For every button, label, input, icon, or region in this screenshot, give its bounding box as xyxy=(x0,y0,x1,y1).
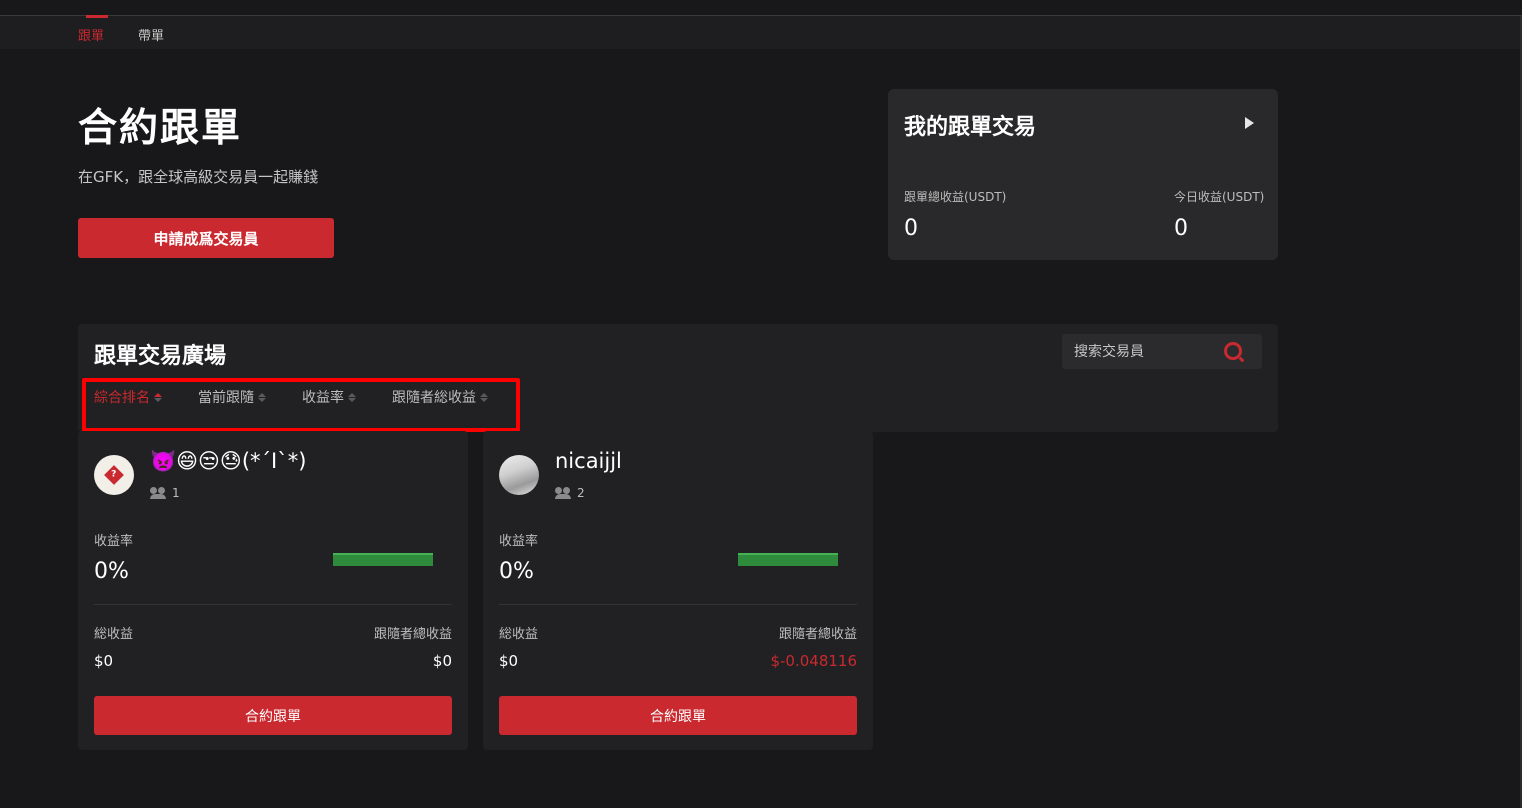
sort-follower-profit[interactable]: 跟隨者総收益 xyxy=(392,387,488,407)
card-divider xyxy=(499,604,857,605)
follower-profit-label: 跟隨者總收益 xyxy=(373,627,452,642)
trader-name: nicaijjl xyxy=(555,449,622,473)
card-divider xyxy=(94,604,452,605)
total-profit-value: $0 xyxy=(499,652,519,670)
trader-card[interactable]: ? 👿😄😒😓(*´I`*) 1 收益率 0% 総收益 跟隨者總收益 $0 $0 … xyxy=(78,431,468,750)
avatar: ? xyxy=(94,455,134,495)
avatar xyxy=(499,455,539,495)
users-icon xyxy=(555,487,571,499)
sort-arrows-icon xyxy=(480,392,488,402)
my-trades-card[interactable]: 我的跟單交易 跟單總收益(USDT) 0 今日收益(USDT) 0 xyxy=(888,89,1278,260)
yield-label: 收益率 xyxy=(499,534,539,549)
follower-profit-value: $0 xyxy=(432,652,452,670)
sort-label: 綜合排名 xyxy=(94,390,150,406)
follower-count-value: 1 xyxy=(172,486,180,500)
page-subtitle: 在GFK，跟全球高級交易員一起賺錢 xyxy=(78,168,319,186)
search-icon[interactable] xyxy=(1224,342,1242,360)
my-trades-title: 我的跟單交易 xyxy=(904,115,1037,140)
copy-trade-button[interactable]: 合約跟單 xyxy=(499,696,857,735)
sort-yield[interactable]: 收益率 xyxy=(302,387,356,407)
total-profit-label: 総收益 xyxy=(94,627,134,642)
tab-copy-trading[interactable]: 跟單 xyxy=(78,25,104,44)
follower-count: 1 xyxy=(150,486,180,500)
sort-arrows-icon xyxy=(154,392,162,402)
sort-overall-rank[interactable]: 綜合排名 xyxy=(94,387,162,407)
yield-label: 收益率 xyxy=(94,534,134,549)
follower-profit-label: 跟隨者總收益 xyxy=(778,627,857,642)
tab-lead-trading[interactable]: 帶單 xyxy=(138,25,164,44)
total-profit-label: 総收益 xyxy=(499,627,539,642)
follower-count: 2 xyxy=(555,486,585,500)
yield-value: 0% xyxy=(94,559,129,584)
total-profit-label: 跟單總收益(USDT) xyxy=(904,190,1007,204)
tab-bar: 跟單 帶單 xyxy=(0,15,1522,49)
today-profit-label: 今日收益(USDT) xyxy=(1174,190,1265,204)
follower-profit-value: $-0.048116 xyxy=(770,652,857,670)
page-title: 合約跟單 xyxy=(78,106,243,151)
total-profit-value: $0 xyxy=(94,652,114,670)
trader-name: 👿😄😒😓(*´I`*) xyxy=(150,449,307,473)
search-input[interactable] xyxy=(1062,334,1222,369)
sort-arrows-icon xyxy=(258,392,266,402)
play-icon[interactable] xyxy=(1245,117,1254,129)
sort-arrows-icon xyxy=(348,392,356,402)
search-box xyxy=(1062,334,1262,369)
yield-chart xyxy=(738,553,838,566)
copy-trade-button[interactable]: 合約跟單 xyxy=(94,696,452,735)
trading-square-title: 跟單交易廣場 xyxy=(94,344,227,369)
active-tab-indicator xyxy=(86,15,108,18)
trader-card[interactable]: nicaijjl 2 收益率 0% 総收益 跟隨者總收益 $0 $-0.0481… xyxy=(483,431,873,750)
sort-label: 跟隨者総收益 xyxy=(392,390,476,406)
yield-chart xyxy=(333,553,433,566)
sort-label: 當前跟隨 xyxy=(198,390,254,406)
apply-trader-button[interactable]: 申請成爲交易員 xyxy=(78,218,334,258)
sort-current-followers[interactable]: 當前跟隨 xyxy=(198,387,266,407)
users-icon xyxy=(150,487,166,499)
sort-label: 收益率 xyxy=(302,390,344,406)
follower-count-value: 2 xyxy=(577,486,585,500)
today-profit-value: 0 xyxy=(1174,216,1188,241)
total-profit-value: 0 xyxy=(904,216,918,241)
yield-value: 0% xyxy=(499,559,534,584)
